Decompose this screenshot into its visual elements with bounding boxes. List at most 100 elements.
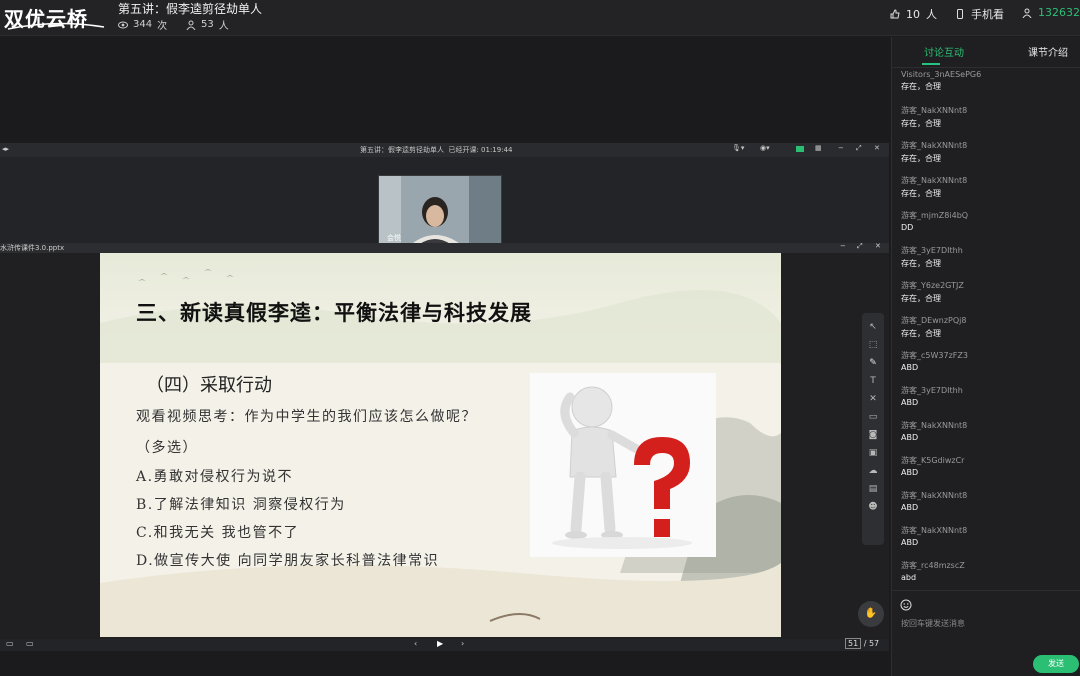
cloud-tool-icon[interactable]: ☁ — [867, 465, 879, 477]
mobile-label: 手机看 — [971, 8, 1004, 21]
notes-toggle-icon[interactable]: ▭ — [26, 639, 34, 648]
people-count: 53 — [201, 19, 214, 30]
user-account[interactable]: 1326325... — [1022, 6, 1080, 19]
chat-message: 游客_K5GdiwzCr ABD — [901, 455, 1077, 477]
message-username: 游客_c5W37zFZ3 — [901, 351, 968, 360]
likes-count: 10 — [906, 7, 920, 21]
prev-slide-icon[interactable]: ‹ — [414, 639, 417, 648]
message-username: 游客_NakXNNnt8 — [901, 141, 968, 150]
chat-sidebar: 讨论互动 课节介绍 Visitors_3nAESePG6 存在，合理 游客_NakX… — [891, 37, 1080, 676]
video-area: ◂▸ 第五讲：假李逵剪径劫单人 已经开课: 01:19:44 🎙︎▾ ◉▾ ▦ … — [0, 37, 890, 676]
message-text: abd — [901, 573, 917, 582]
views-unit: 次 — [157, 21, 168, 32]
views-count: 344 — [133, 19, 153, 30]
slide-question: 观看视频思考：作为中学生的我们应该怎么做呢？ — [136, 409, 477, 425]
mic-icon[interactable]: 🎙︎▾ — [732, 144, 744, 152]
views-stat: 344 次 — [118, 17, 167, 32]
next-slide-icon[interactable]: › — [461, 639, 464, 648]
chat-message: 游客_Y6ze2GTJZ 存在，合理 — [901, 280, 1077, 304]
users-tool-icon[interactable]: ☻ — [867, 501, 879, 513]
slide-option-a: A.勇敢对侵权行为说不 — [136, 469, 294, 485]
eraser-tool-icon[interactable]: ✕ — [867, 393, 879, 405]
current-page[interactable]: 51 — [845, 638, 862, 649]
message-username: 游客_NakXNNnt8 — [901, 106, 968, 115]
person-icon — [186, 20, 196, 30]
message-text: 存在，合理 — [901, 259, 941, 268]
thinking-figure-image — [530, 373, 716, 557]
page-indicator: 51 / 57 — [845, 638, 880, 649]
message-list[interactable]: Visitors_3nAESePG6 存在，合理 游客_NakXNNnt8 存在，合理… — [892, 68, 1080, 588]
location-icon[interactable]: ◉▾ — [760, 144, 770, 152]
total-pages: 57 — [868, 639, 880, 648]
select-tool-icon[interactable]: ⬚ — [867, 339, 879, 351]
chat-message: 游客_rc48mzscZ abd — [901, 560, 1077, 582]
slide-title: 三、新读真假李逵：平衡法律与科技发展 — [136, 301, 532, 325]
message-username: 游客_3yE7DIthh — [901, 386, 963, 395]
message-text: ABD — [901, 538, 919, 547]
chat-input[interactable]: 按回车键发送消息 — [901, 618, 965, 629]
likes-button[interactable]: 10 人 — [890, 6, 937, 22]
slide-note: （多选） — [136, 440, 198, 456]
chat-message: 游客_NakXNNnt8 ABD — [901, 420, 1077, 442]
pen-tool-icon[interactable]: ✎ — [867, 357, 879, 369]
ppt-minimize-icon[interactable]: − — [840, 242, 846, 250]
raise-hand-icon[interactable]: ✋ — [858, 601, 884, 627]
message-text: 存在，合理 — [901, 154, 941, 163]
camera-tool-icon[interactable]: ◙ — [867, 429, 879, 441]
message-text: 存在，合理 — [901, 82, 941, 91]
chat-message: 游客_NakXNNnt8 存在，合理 — [901, 105, 1077, 129]
pointer-tool-icon[interactable]: ↖ — [867, 321, 879, 333]
play-icon[interactable]: ▶ — [437, 639, 443, 648]
message-username: Visitors_3nAESePG6 — [901, 70, 982, 79]
video-tool-icon[interactable]: ▣ — [867, 447, 879, 459]
expand-icon[interactable]: ⤢ — [856, 144, 862, 153]
grid-icon[interactable]: ▦ — [815, 144, 822, 152]
ppt-filename: 水浒传课件3.0.pptx — [0, 244, 65, 252]
user-icon — [1022, 8, 1032, 18]
people-unit: 人 — [218, 21, 229, 32]
chat-message: 游客_NakXNNnt8 ABD — [901, 490, 1077, 512]
ppt-titlebar: 水浒传课件3.0.pptx − ⤢ ✕ — [0, 242, 889, 253]
emoji-icon[interactable] — [900, 599, 912, 611]
active-tab-indicator — [922, 63, 940, 65]
message-username: 游客_Y6ze2GTJZ — [901, 281, 964, 290]
chat-message: 游客_3yE7DIthh 存在，合理 — [901, 245, 1077, 269]
box-tool-icon[interactable]: ▤ — [867, 483, 879, 495]
mobile-watch-button[interactable]: 手机看 — [955, 6, 1004, 22]
ppt-close-icon[interactable]: ✕ — [875, 242, 881, 250]
delete-tool-icon[interactable]: ▭ — [867, 411, 879, 423]
annotation-toolbar: ↖ ⬚ ✎ T ✕ ▭ ◙ ▣ ☁ ▤ ☻ — [862, 313, 884, 545]
participant-video[interactable]: 会悦 — [378, 175, 502, 245]
meeting-title-text: 第五讲：假李逵剪径劫单人 — [360, 146, 444, 154]
ppt-expand-icon[interactable]: ⤢ — [857, 242, 863, 251]
send-button[interactable]: 发送 — [1033, 655, 1079, 673]
message-text: DD — [901, 223, 914, 232]
message-text: 存在，合理 — [901, 189, 941, 198]
chat-message: 游客_NakXNNnt8 存在，合理 — [901, 175, 1077, 199]
message-username: 游客_3yE7DIthh — [901, 246, 963, 255]
message-username: 游客_NakXNNnt8 — [901, 526, 968, 535]
signal-icon: ◂▸ — [2, 145, 10, 153]
green-indicator-icon[interactable] — [796, 146, 804, 152]
camera-strip: 会悦 — [0, 157, 889, 245]
tab-discussion[interactable]: 讨论互动 — [924, 44, 964, 59]
message-text: ABD — [901, 398, 919, 407]
text-tool-icon[interactable]: T — [867, 375, 879, 387]
sidebar-toggle-icon[interactable]: ▭ — [6, 639, 14, 648]
close-icon[interactable]: ✕ — [874, 144, 880, 152]
tab-course-intro[interactable]: 课节介绍 — [1028, 44, 1068, 59]
message-username: 游客_mjmZ8i4bQ — [901, 211, 969, 220]
phone-icon — [957, 9, 963, 19]
shared-screen: ◂▸ 第五讲：假李逵剪径劫单人 已经开课: 01:19:44 🎙︎▾ ◉▾ ▦ … — [0, 143, 889, 651]
message-text: ABD — [901, 433, 919, 442]
top-bar: 双优云桥 第五讲：假李逵剪径劫单人 344 次 53 人 10 人 手机看 13… — [0, 0, 1080, 36]
message-username: 游客_NakXNNnt8 — [901, 176, 968, 185]
message-username: 游客_NakXNNnt8 — [901, 491, 968, 500]
chat-message: 游客_NakXNNnt8 ABD — [901, 525, 1077, 547]
slide-option-d: D.做宣传大使 向同学朋友家长科普法律常识 — [136, 553, 440, 569]
likes-unit: 人 — [926, 8, 937, 21]
chat-input-area: 按回车键发送消息 发送 — [892, 590, 1080, 676]
chat-message: 游客_DEwnzPQj8 存在，合理 — [901, 315, 1077, 339]
minimize-icon[interactable]: − — [838, 144, 844, 152]
meeting-toolbar: ◂▸ 第五讲：假李逵剪径劫单人 已经开课: 01:19:44 🎙︎▾ ◉▾ ▦ … — [0, 143, 889, 157]
